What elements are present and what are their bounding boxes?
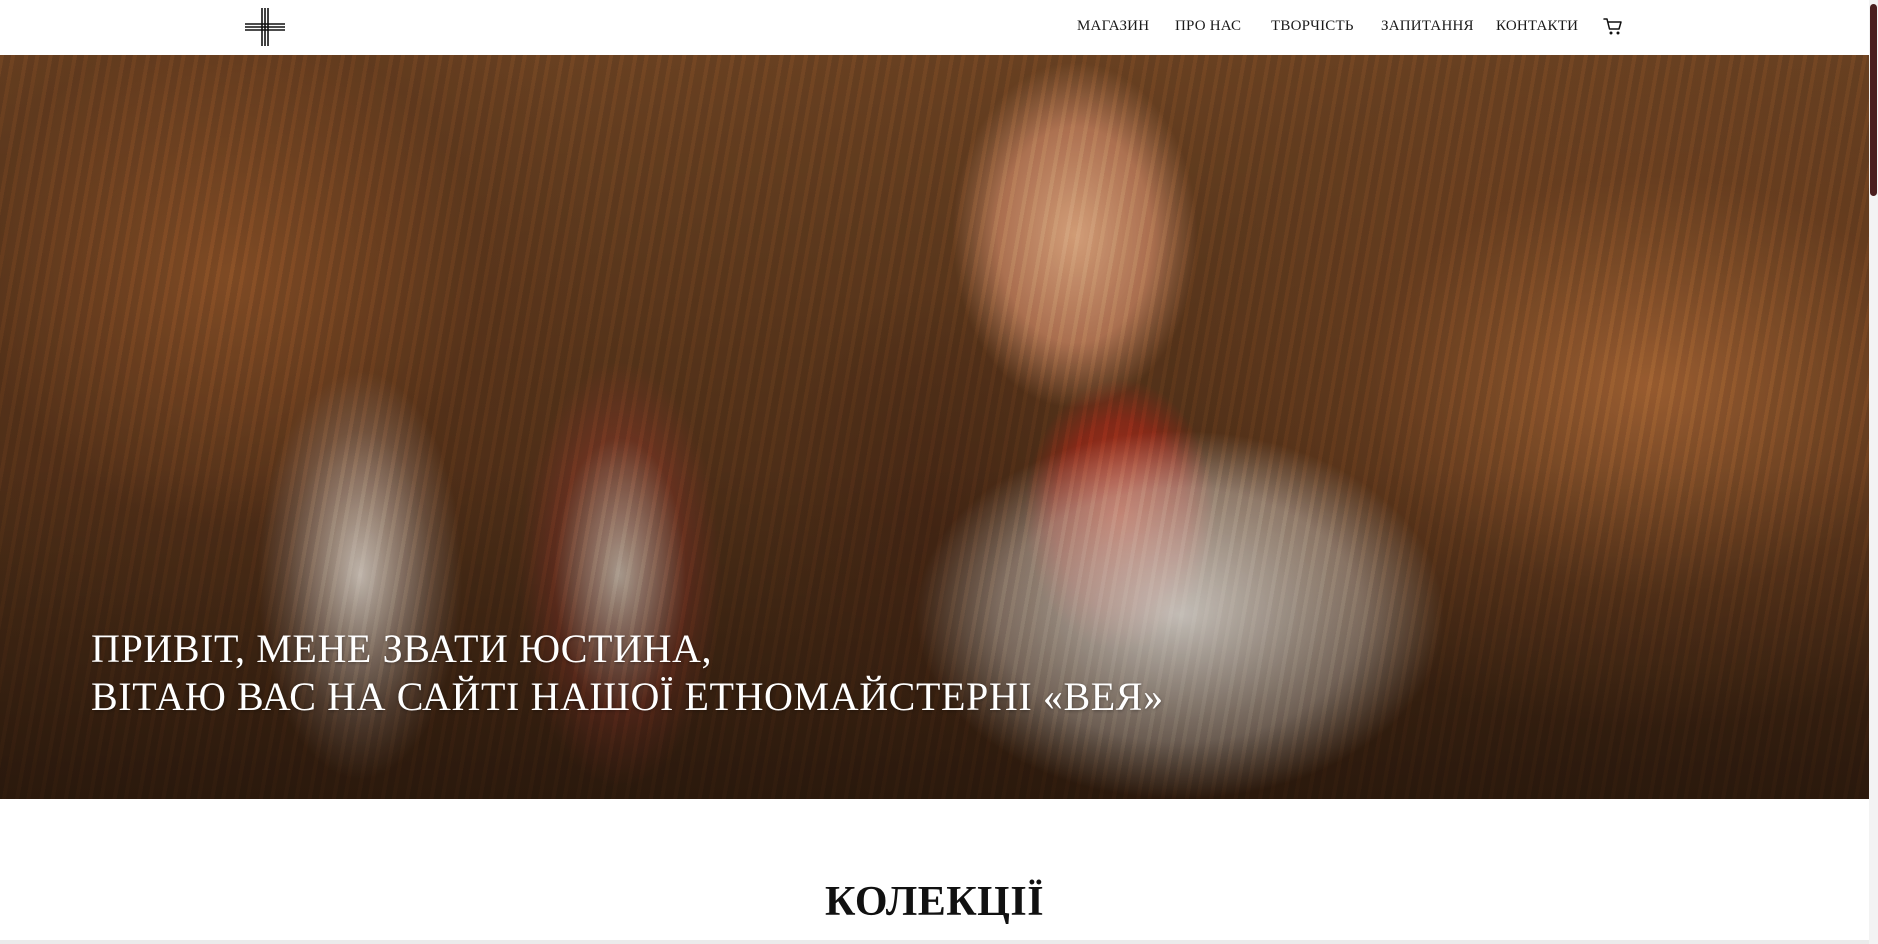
collections-title: КОЛЕКЦІЇ	[824, 879, 1045, 925]
nav-item-about[interactable]: ПРО НАС	[1175, 18, 1241, 35]
cross-ornament-logo-icon[interactable]	[243, 6, 287, 48]
hero-heading: ПРИВІТ, МЕНЕ ЗВАТИ ЮСТИНА, ВІТАЮ ВАС НА …	[91, 625, 1164, 721]
page-scrollbar[interactable]	[1869, 0, 1878, 944]
section-divider	[0, 940, 1869, 944]
nav-item-contacts[interactable]: КОНТАКТИ	[1496, 18, 1578, 35]
nav-item-creativity[interactable]: ТВОРЧІСТЬ	[1271, 18, 1354, 35]
nav-item-faq[interactable]: ЗАПИТАННЯ	[1381, 18, 1474, 35]
hero-banner: ПРИВІТ, МЕНЕ ЗВАТИ ЮСТИНА, ВІТАЮ ВАС НА …	[0, 55, 1869, 799]
page: МАГАЗИН ПРО НАС ТВОРЧІСТЬ ЗАПИТАННЯ КОНТ…	[0, 0, 1869, 944]
nav-item-shop[interactable]: МАГАЗИН	[1077, 18, 1149, 35]
scrollbar-thumb[interactable]	[1870, 4, 1877, 196]
cart-icon[interactable]	[1602, 15, 1624, 37]
hero-heading-line-1: ПРИВІТ, МЕНЕ ЗВАТИ ЮСТИНА,	[91, 626, 713, 671]
site-header: МАГАЗИН ПРО НАС ТВОРЧІСТЬ ЗАПИТАННЯ КОНТ…	[0, 0, 1869, 55]
hero-heading-line-2: ВІТАЮ ВАС НА САЙТІ НАШОЇ ЕТНОМАЙСТЕРНІ «…	[91, 674, 1164, 719]
